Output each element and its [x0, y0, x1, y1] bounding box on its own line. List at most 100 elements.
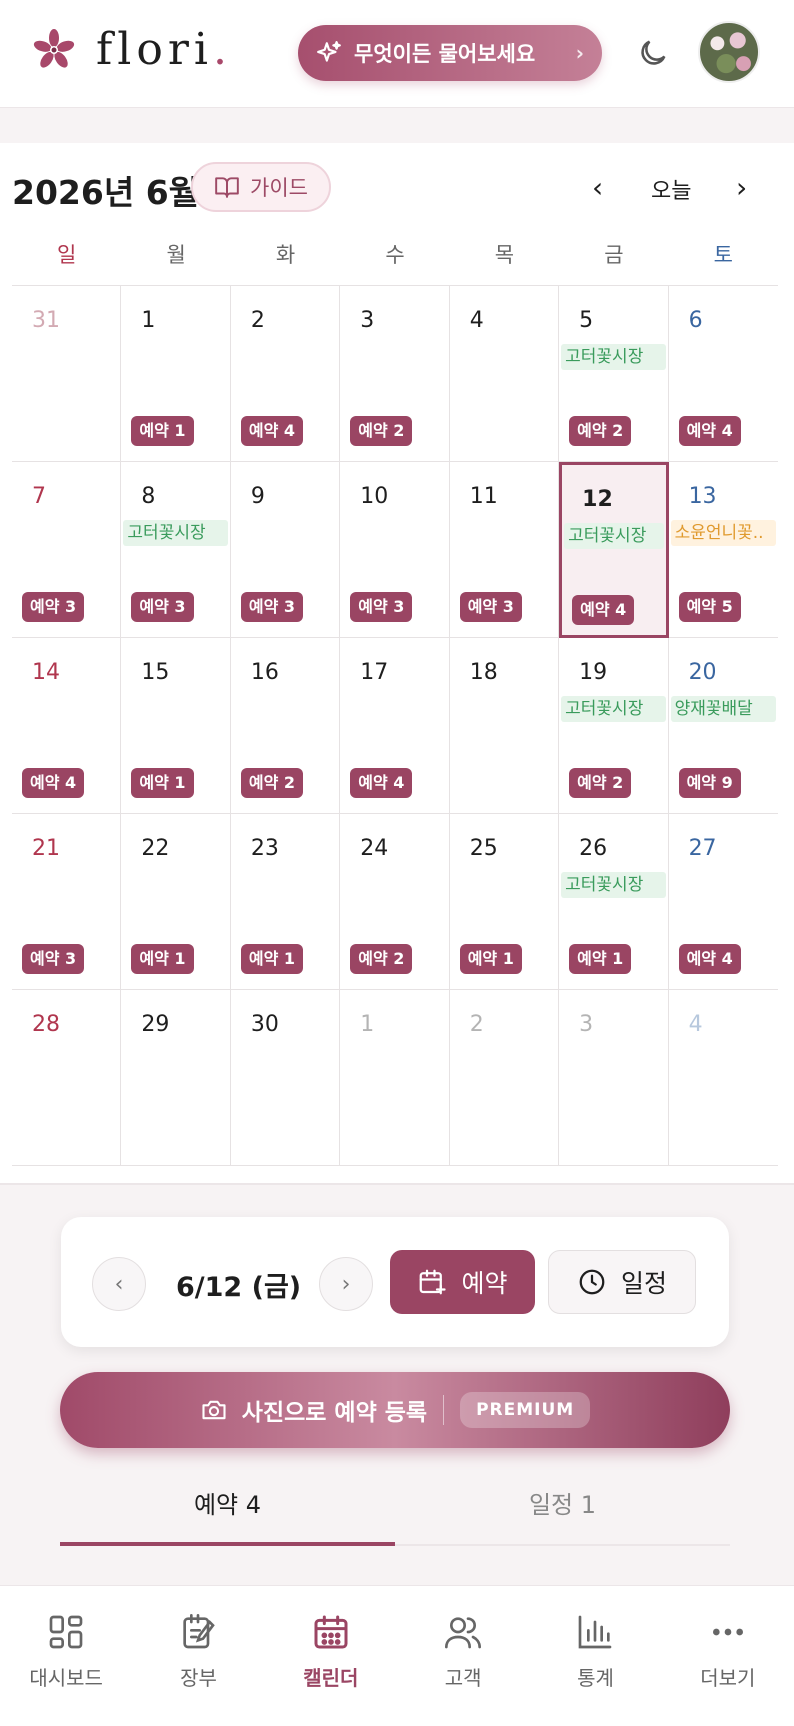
nav-stats[interactable]: 통계: [529, 1586, 661, 1726]
day-cell[interactable]: 8 고터꽃시장 예약 3: [121, 462, 231, 638]
day-number: 7: [32, 484, 46, 509]
day-cell[interactable]: 2: [449, 990, 560, 1166]
day-cell[interactable]: 25 예약 1: [449, 814, 560, 990]
day-number: 20: [688, 660, 717, 685]
calendar-event[interactable]: 고터꽃시장: [561, 872, 666, 898]
reservation-count-badge: 예약 4: [350, 768, 413, 798]
day-cell[interactable]: 9 예약 3: [230, 462, 341, 638]
prev-month-button[interactable]: ‹: [592, 171, 603, 204]
avatar[interactable]: [698, 21, 760, 83]
prev-day-button[interactable]: ‹: [92, 1257, 146, 1311]
calendar-event[interactable]: 고터꽃시장: [561, 696, 666, 722]
add-schedule-button[interactable]: 일정: [548, 1250, 696, 1314]
day-cell[interactable]: 27 예약 4: [668, 814, 778, 990]
ask-anything-button[interactable]: 무엇이든 물어보세요 ›: [298, 25, 602, 81]
day-cell[interactable]: 2 예약 4: [230, 286, 341, 462]
day-number: 3: [360, 308, 375, 333]
calendar-event[interactable]: 양재꽃배달: [670, 696, 776, 722]
day-cell[interactable]: 7 예약 3: [12, 462, 122, 638]
day-cell[interactable]: 15 예약 1: [121, 638, 231, 814]
nav-ledger[interactable]: 장부: [132, 1586, 264, 1726]
photo-register-button[interactable]: 사진으로 예약 등록 PREMIUM: [60, 1372, 730, 1448]
day-cell[interactable]: 1 예약 1: [121, 286, 231, 462]
weekday-label: 금: [604, 243, 624, 267]
reservation-count-badge: 예약 3: [22, 592, 85, 622]
moon-icon[interactable]: [636, 36, 670, 70]
reservation-count-badge: 예약 1: [131, 944, 194, 974]
day-cell[interactable]: 1: [340, 990, 450, 1166]
reservation-count-badge: 예약 5: [678, 592, 741, 622]
nav-customers[interactable]: 고객: [397, 1586, 529, 1726]
calendar-icon: [314, 1615, 348, 1649]
day-number: 1: [360, 1012, 375, 1037]
day-cell[interactable]: 16 예약 2: [230, 638, 341, 814]
day-cell[interactable]: 10 예약 3: [340, 462, 450, 638]
day-number: 3: [579, 1012, 594, 1037]
day-cell[interactable]: 29: [121, 990, 231, 1166]
day-cell[interactable]: 26 고터꽃시장 예약 1: [559, 814, 669, 990]
next-day-button[interactable]: ›: [319, 1257, 373, 1311]
day-cell[interactable]: 28: [12, 990, 122, 1166]
nav-label: 통계: [577, 1666, 614, 1690]
weekday-header: 일 월 화 수 목 금 토: [12, 235, 778, 275]
book-icon: [215, 177, 239, 198]
day-cell[interactable]: 3: [559, 990, 669, 1166]
day-cell[interactable]: 20 양재꽃배달 예약 9: [668, 638, 778, 814]
guide-button[interactable]: 가이드: [191, 162, 331, 212]
reservation-count-badge: 예약 4: [572, 595, 635, 625]
calendar-event[interactable]: 고터꽃시장: [564, 523, 664, 549]
weekday-label: 일: [57, 243, 77, 267]
nav-label: 더보기: [700, 1666, 756, 1690]
reservation-count-badge: 예약 4: [240, 416, 303, 446]
calendar-event[interactable]: 소윤언니꽃..: [670, 520, 776, 546]
nav-label: 캘린더: [303, 1666, 359, 1690]
day-cell[interactable]: 31: [12, 286, 122, 462]
logo[interactable]: flori.: [32, 24, 232, 75]
day-cell[interactable]: 18: [449, 638, 560, 814]
day-number: 25: [469, 836, 498, 861]
divider: [443, 1395, 445, 1425]
day-cell[interactable]: 22 예약 1: [121, 814, 231, 990]
reservation-count-badge: 예약 2: [240, 768, 303, 798]
photo-register-label: 사진으로 예약 등록: [241, 1400, 428, 1426]
nav-calendar[interactable]: 캘린더: [265, 1586, 397, 1726]
day-cell-selected[interactable]: 12 고터꽃시장 예약 4: [559, 462, 669, 638]
calendar-grid: 31 1 예약 1 2 예약 4 3 예약 2 4 5 고터꽃시장 예약 2 6 예약 4 7 예약 38고…: [12, 285, 778, 1166]
day-cell[interactable]: 14 예약 4: [12, 638, 122, 814]
day-cell[interactable]: 13 소윤언니꽃.. 예약 5: [668, 462, 778, 638]
day-cell[interactable]: 6 예약 4: [668, 286, 778, 462]
day-number: 5: [579, 308, 594, 333]
calendar-event[interactable]: 고터꽃시장: [123, 520, 228, 546]
selected-date: 6/12 (금): [176, 1272, 302, 1303]
day-cell[interactable]: 3 예약 2: [340, 286, 450, 462]
nav-more[interactable]: 더보기: [662, 1586, 794, 1726]
reservation-count-badge: 예약 1: [569, 944, 632, 974]
next-month-button[interactable]: ›: [736, 171, 747, 204]
date-action-panel: ‹ 6/12 (금) › 예약 일정: [61, 1217, 729, 1347]
detail-tabs: 예약 4 일정 1: [60, 1480, 730, 1546]
day-cell[interactable]: 4: [668, 990, 778, 1166]
tab-reservations[interactable]: 예약 4: [60, 1480, 395, 1546]
nav-dashboard[interactable]: 대시보드: [0, 1586, 132, 1726]
weekday-label: 수: [385, 243, 405, 267]
calendar-event[interactable]: 고터꽃시장: [561, 344, 666, 370]
add-reservation-button[interactable]: 예약: [390, 1250, 535, 1314]
reservation-count-badge: 예약 2: [350, 944, 413, 974]
day-cell[interactable]: 11 예약 3: [449, 462, 560, 638]
today-button[interactable]: 오늘: [651, 173, 691, 205]
day-cell[interactable]: 23 예약 1: [230, 814, 341, 990]
day-cell[interactable]: 4: [449, 286, 560, 462]
customers-icon: [445, 1617, 482, 1649]
day-cell[interactable]: 17 예약 4: [340, 638, 450, 814]
nav-label: 장부: [180, 1666, 217, 1690]
day-number: 30: [250, 1012, 279, 1037]
day-cell[interactable]: 24 예약 2: [340, 814, 450, 990]
chevron-right-icon: ›: [575, 41, 584, 65]
tab-schedule[interactable]: 일정 1: [395, 1480, 730, 1544]
day-cell[interactable]: 19 고터꽃시장 예약 2: [559, 638, 669, 814]
day-cell[interactable]: 30: [230, 990, 341, 1166]
day-cell[interactable]: 5 고터꽃시장 예약 2: [559, 286, 669, 462]
premium-badge: PREMIUM: [460, 1392, 591, 1428]
calendar: 2026년 6월 가이드 ‹ 오늘 › 일 월 화 수 목 금 토 31 1 예약 …: [0, 143, 794, 1185]
day-cell[interactable]: 21 예약 3: [12, 814, 122, 990]
